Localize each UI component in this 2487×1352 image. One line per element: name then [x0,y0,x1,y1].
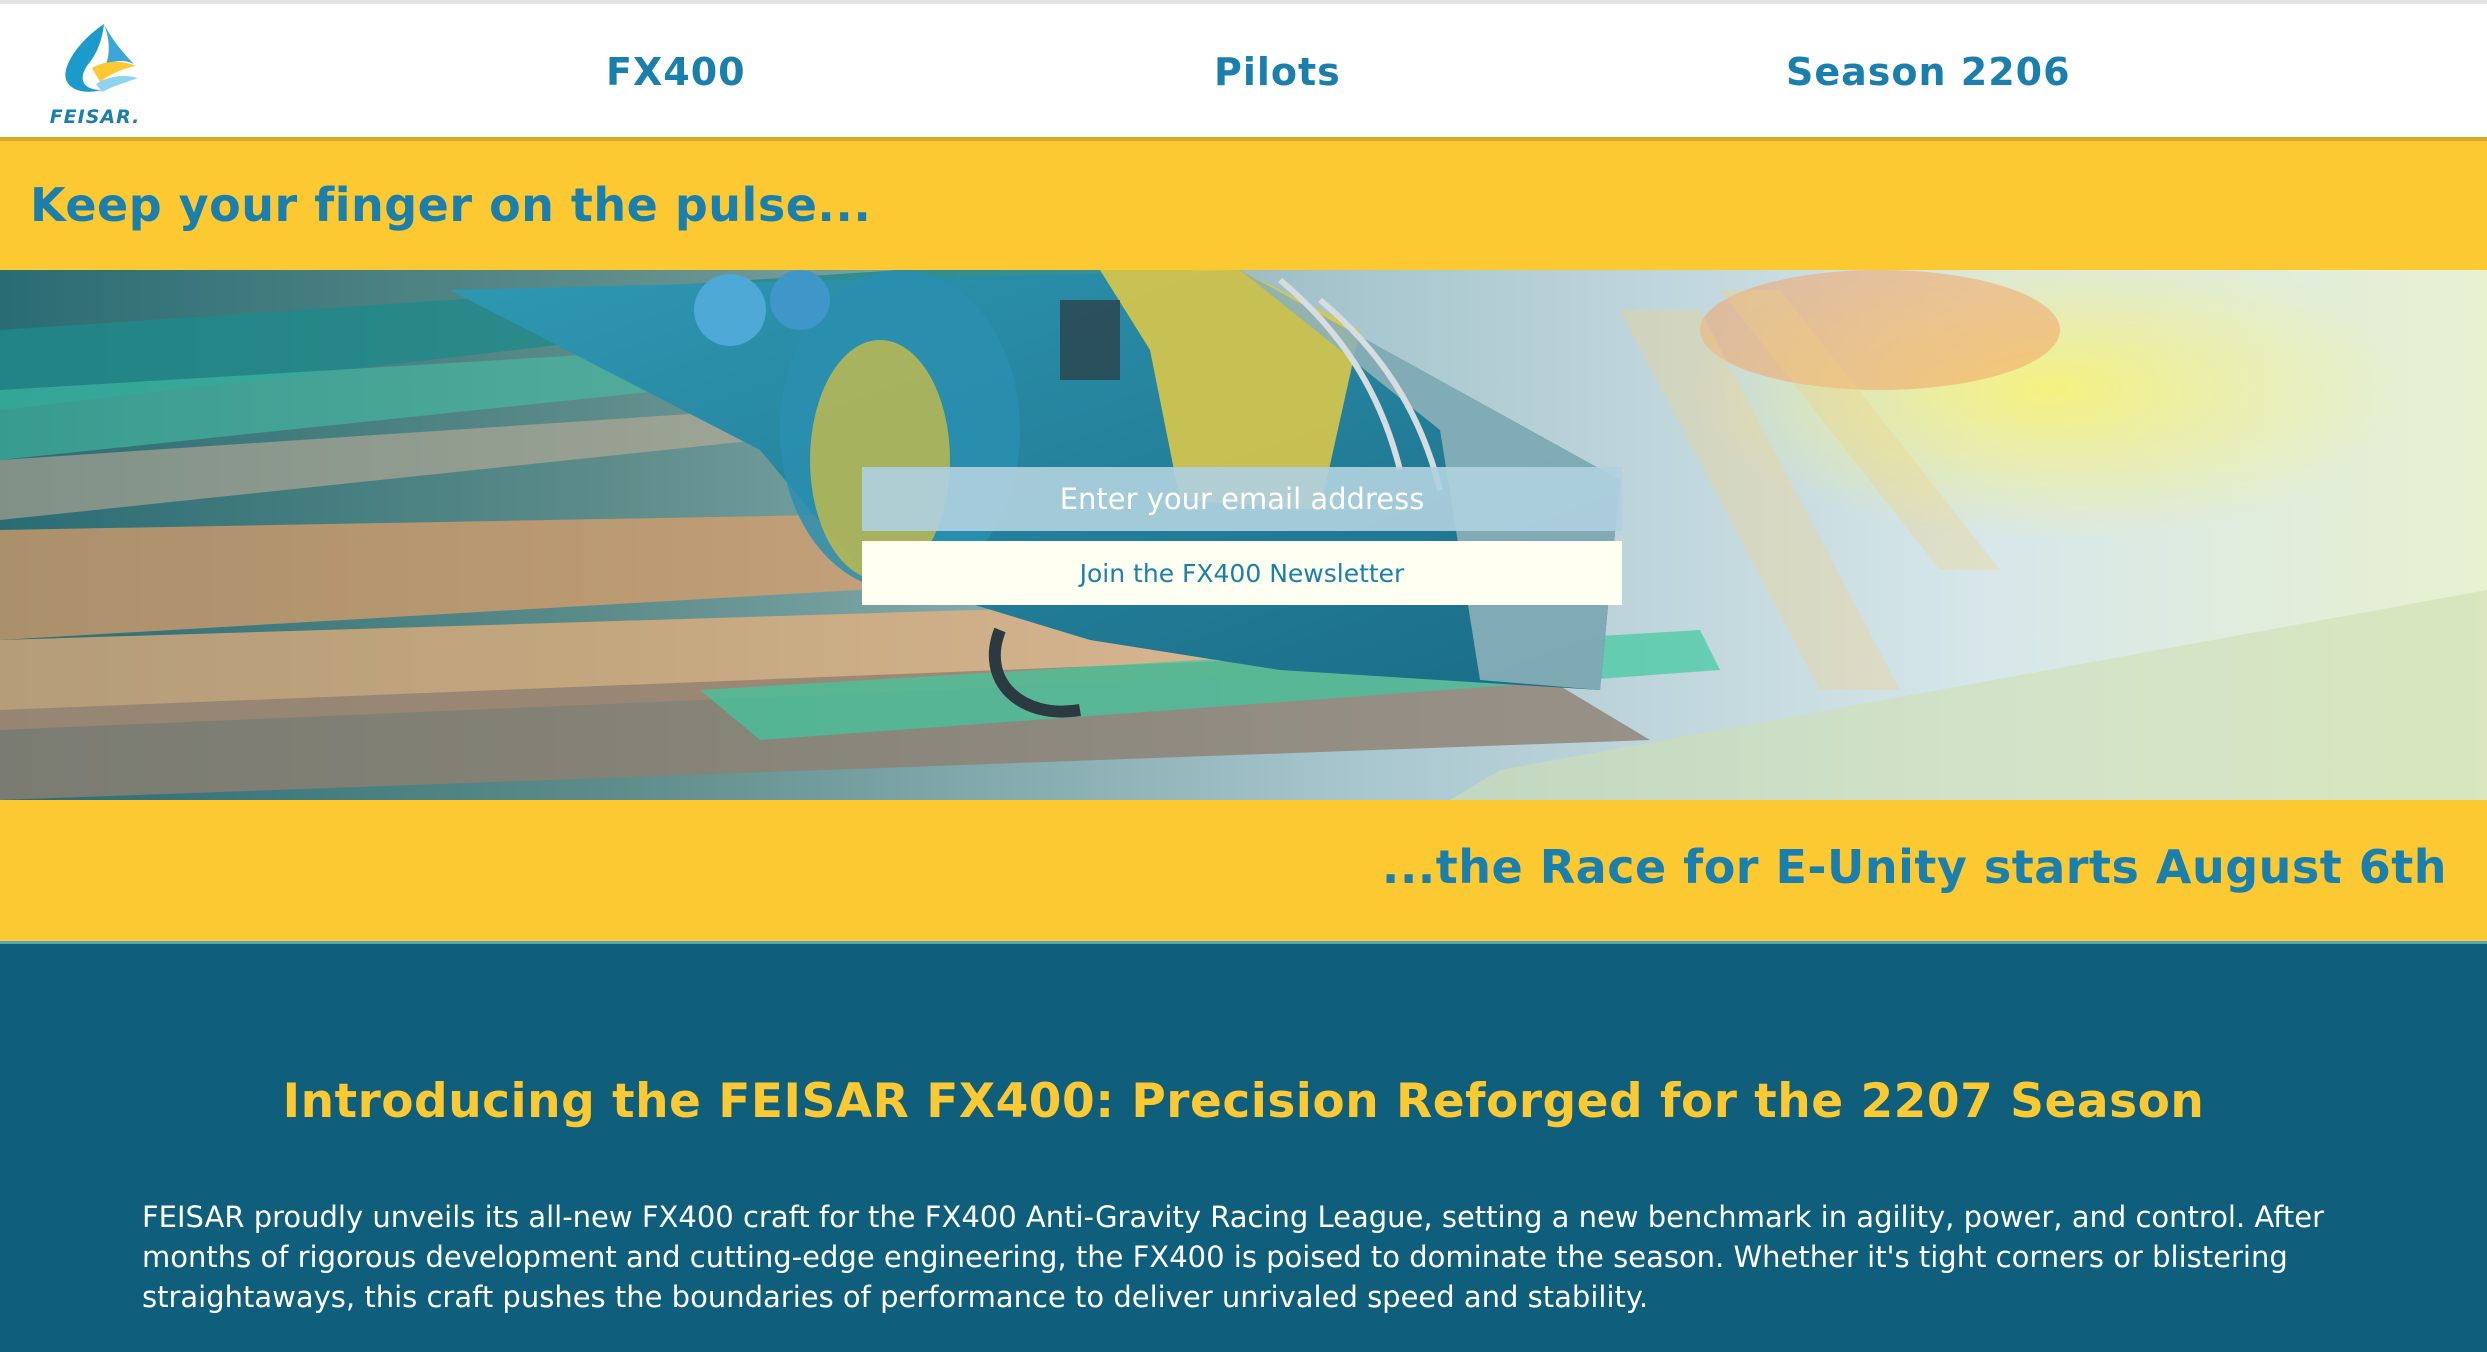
hero-banner: Join the FX400 Newsletter [0,270,2487,800]
tagline-band-bottom: ...the Race for E-Unity starts August 6t… [0,800,2487,941]
nav-link-fx400[interactable]: FX400 [606,50,746,94]
feisar-logo[interactable]: FEISAR. [40,24,150,134]
newsletter-form: Join the FX400 Newsletter [862,467,1622,605]
tagline-band-top: Keep your finger on the pulse... [0,141,2487,270]
logo-wordmark: FEISAR. [49,106,141,128]
nav-link-season-2206[interactable]: Season 2206 [1786,50,2071,94]
join-newsletter-button[interactable]: Join the FX400 Newsletter [862,541,1622,605]
nav-link-pilots[interactable]: Pilots [1214,50,1341,94]
intro-paragraph: FEISAR proudly unveils its all-new FX400… [142,1200,2325,1314]
intro-heading: Introducing the FEISAR FX400: Precision … [282,1074,2205,1129]
top-navigation: FEISAR. FX400 Pilots Season 2206 [0,0,2487,141]
tagline-top: Keep your finger on the pulse... [30,178,872,232]
page: FEISAR. FX400 Pilots Season 2206 Keep yo… [0,0,2487,1352]
intro-section: Introducing the FEISAR FX400: Precision … [0,941,2487,1352]
email-input[interactable] [862,467,1622,531]
feisar-logo-icon [65,24,138,92]
tagline-bottom: ...the Race for E-Unity starts August 6t… [1381,840,2447,894]
